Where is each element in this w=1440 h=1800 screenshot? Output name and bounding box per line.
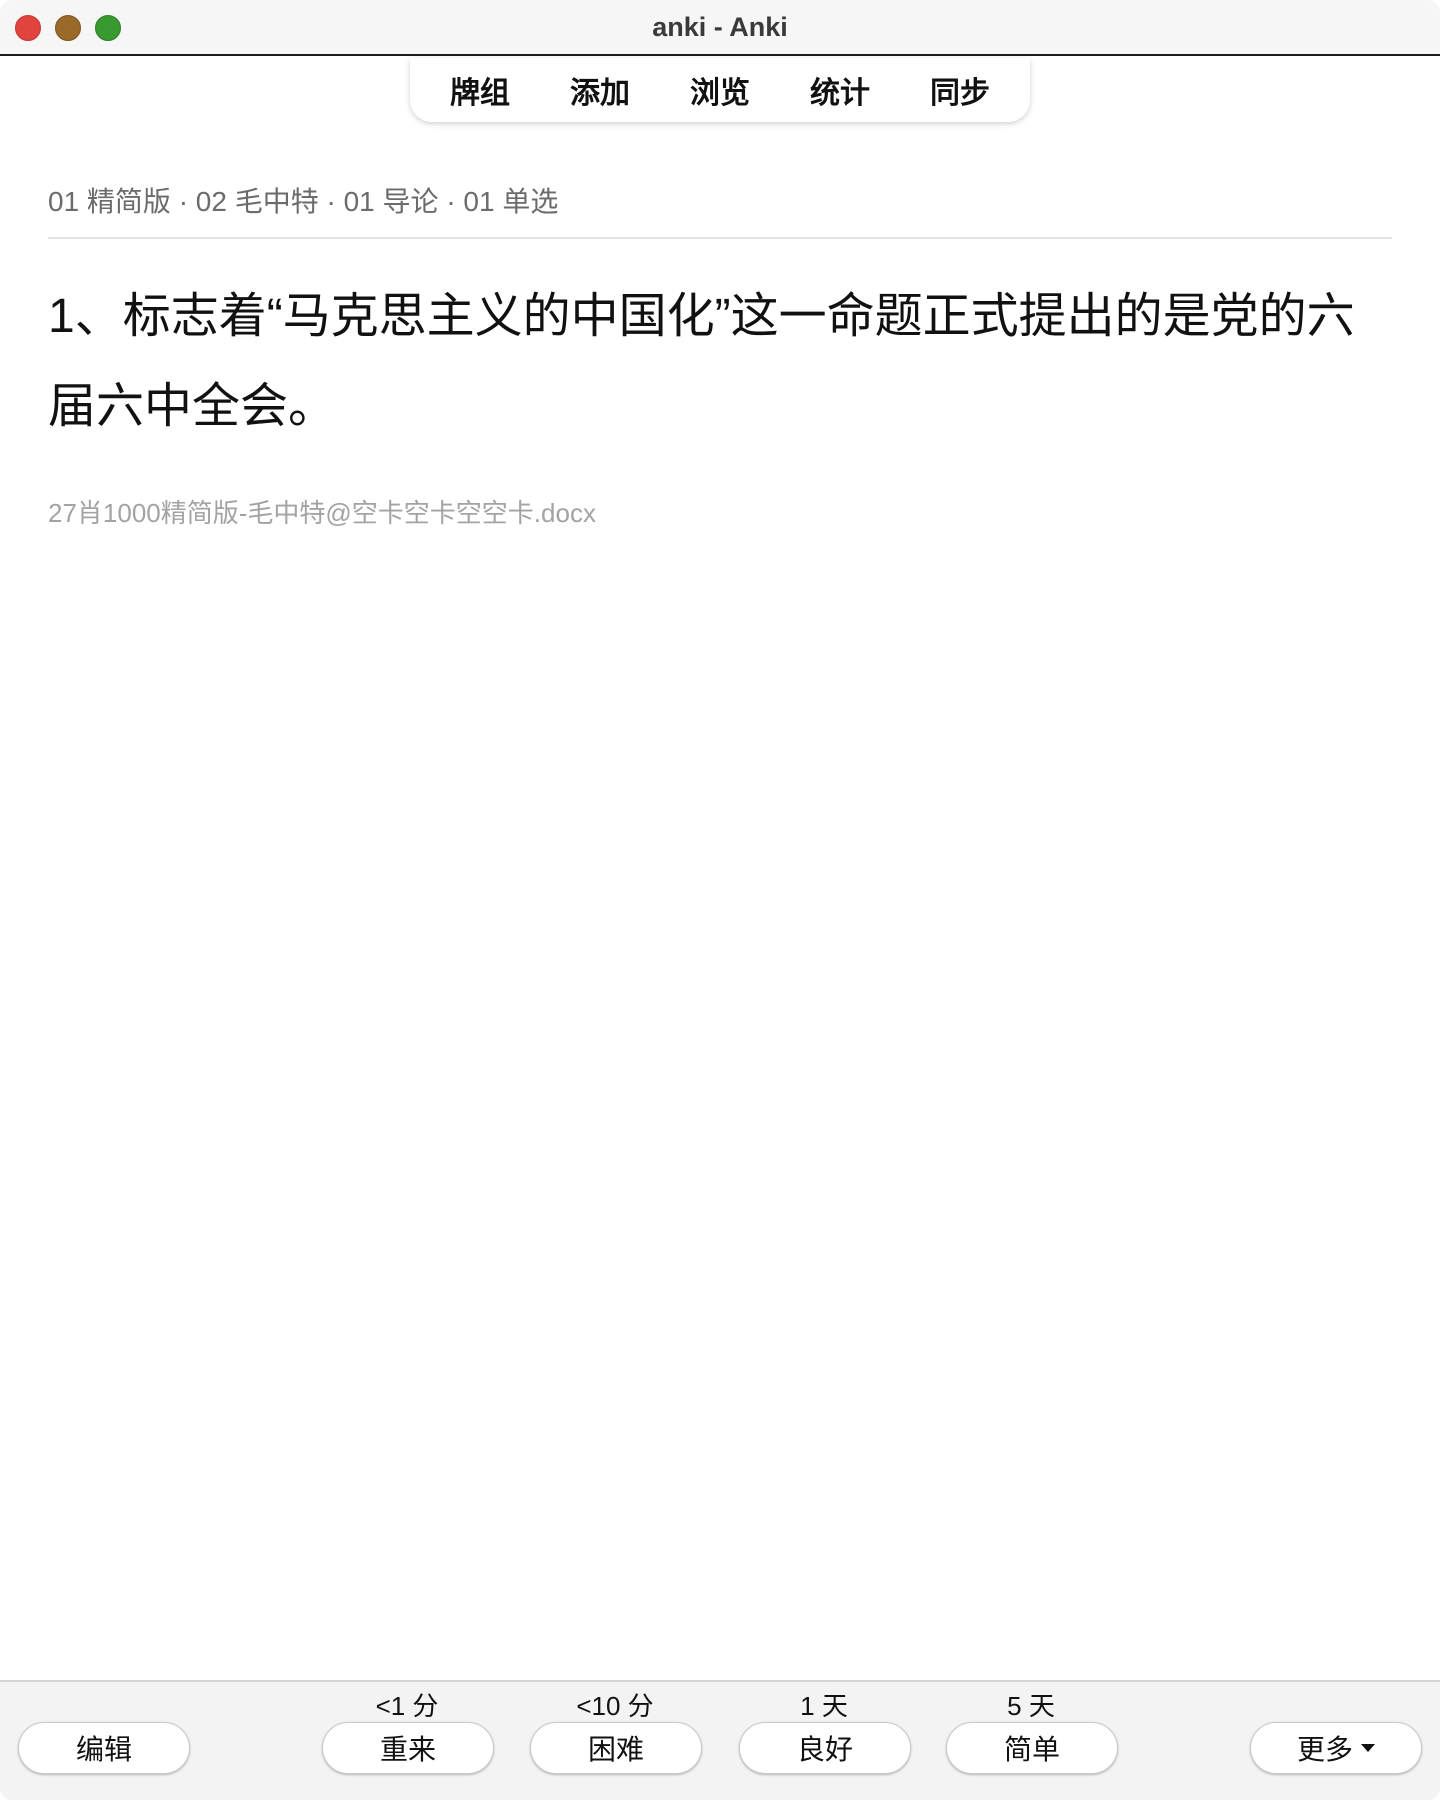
- more-label: 更多: [1296, 1734, 1353, 1765]
- hard-button[interactable]: 困难: [530, 1722, 702, 1774]
- again-button[interactable]: 重来: [322, 1722, 494, 1774]
- review-bottom-bar: 编辑 <1 分 重来 <10 分 困难 1 天 良好 5 天 简单 更多: [0, 1680, 1440, 1800]
- anki-window: anki - Anki 牌组 添加 浏览 统计 同步 01 精简版 · 02 毛…: [0, 0, 1440, 1800]
- caret-down-icon: [1361, 1744, 1375, 1752]
- easy-interval: 5 天: [1007, 1691, 1055, 1721]
- window-title: anki - Anki: [652, 12, 788, 42]
- toolbar-decks[interactable]: 牌组: [420, 68, 540, 112]
- again-interval: <1 分: [375, 1691, 439, 1721]
- deck-path: 01 精简版 · 02 毛中特 · 01 导论 · 01 单选: [48, 186, 559, 217]
- good-interval: 1 天: [800, 1691, 848, 1721]
- title-bar: anki - Anki: [0, 0, 1440, 56]
- main-toolbar: 牌组 添加 浏览 统计 同步: [410, 58, 1030, 122]
- card-question: 1、标志着“马克思主义的中国化”这一命题正式提出的是党的六届六中全会。: [48, 290, 1355, 433]
- toolbar-add[interactable]: 添加: [540, 68, 660, 112]
- easy-button[interactable]: 简单: [946, 1722, 1118, 1774]
- hard-interval: <10 分: [576, 1691, 654, 1721]
- card-source: 27肖1000精简版-毛中特@空卡空卡空空卡.docx: [48, 498, 596, 528]
- good-button[interactable]: 良好: [739, 1722, 911, 1774]
- divider: [48, 237, 1392, 239]
- toolbar-stats[interactable]: 统计: [780, 68, 900, 112]
- toolbar-sync[interactable]: 同步: [900, 68, 1020, 112]
- more-button[interactable]: 更多: [1250, 1722, 1422, 1774]
- toolbar-browse[interactable]: 浏览: [660, 68, 780, 112]
- edit-button[interactable]: 编辑: [18, 1722, 190, 1774]
